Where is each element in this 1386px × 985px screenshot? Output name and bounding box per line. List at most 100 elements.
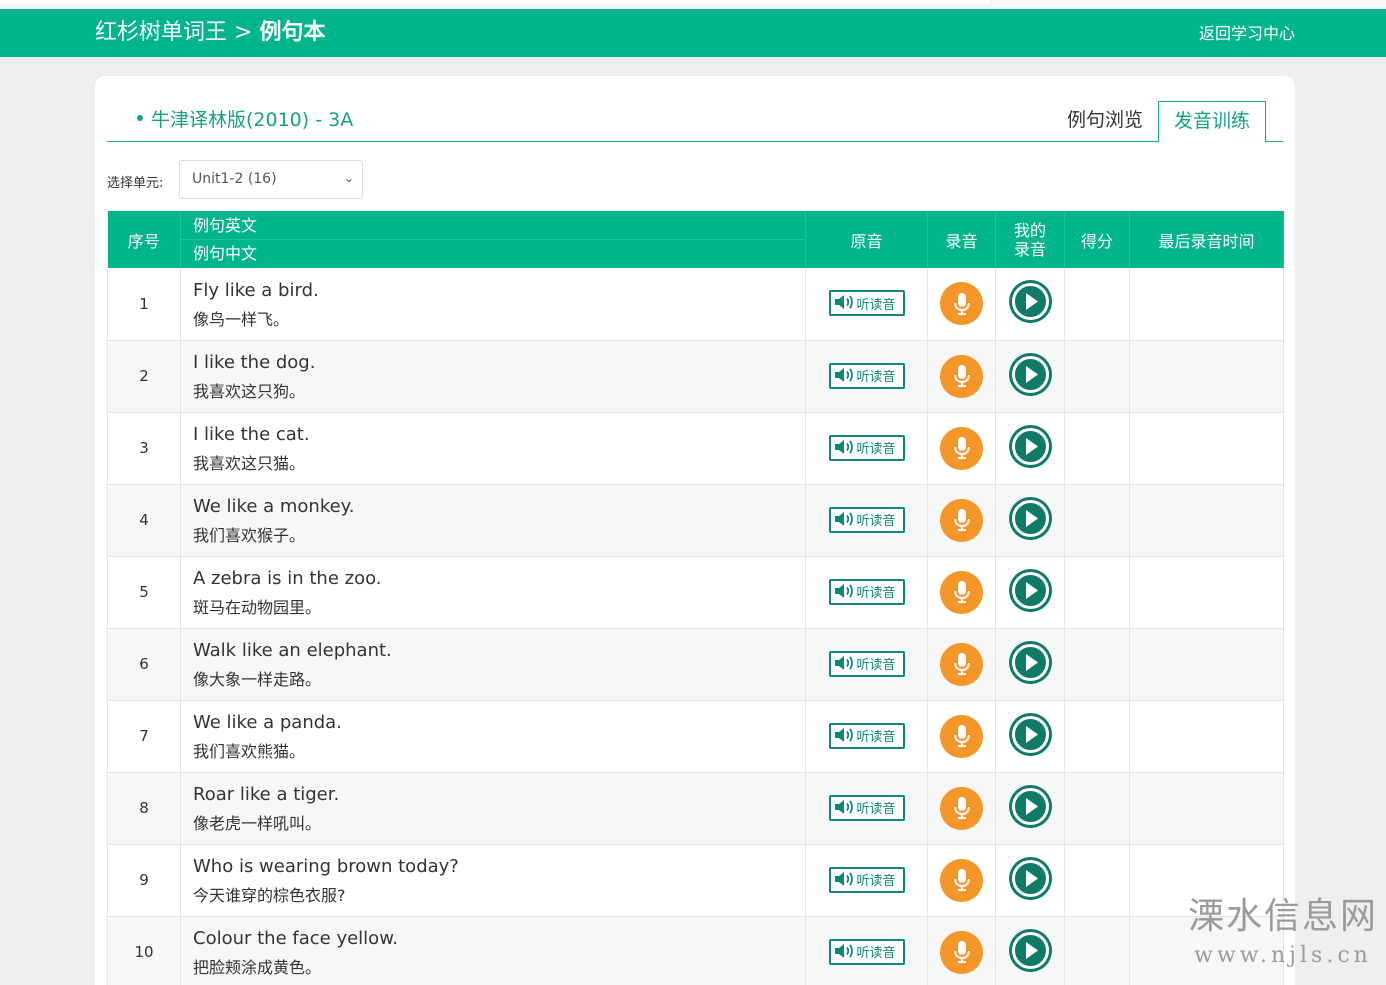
play-icon[interactable] (1008, 856, 1052, 900)
row-score (1064, 700, 1130, 773)
listen-label: 听读音 (856, 730, 896, 745)
listen-label: 听读音 (856, 370, 896, 385)
sentence-table: 序号 例句英文 例句中文 原音 录音 我的 录音 得分 最后录音时间 1 Fly … (107, 211, 1284, 985)
listen-button[interactable]: 听读音 (828, 650, 905, 677)
row-my-record-cell (995, 556, 1065, 629)
table-row: 4 We like a monkey. 我们喜欢猴子。 听读音 (107, 484, 1284, 557)
play-icon[interactable] (1008, 784, 1052, 828)
row-chinese: 像鸟一样飞。 (193, 309, 290, 329)
row-score (1064, 844, 1130, 917)
listen-button[interactable]: 听读音 (828, 722, 905, 749)
row-english: I like the dog. (193, 352, 316, 373)
microphone-icon[interactable] (940, 570, 983, 614)
play-icon[interactable] (1008, 712, 1052, 756)
play-icon[interactable] (1008, 280, 1052, 324)
listen-label: 听读音 (856, 658, 896, 673)
microphone-icon[interactable] (940, 714, 983, 758)
row-sentence: Colour the face yellow. 把脸颊涂成黄色。 (180, 916, 806, 985)
row-chinese: 今天谁穿的棕色衣服? (193, 886, 346, 905)
col-header-original: 原音 (805, 211, 928, 268)
tab-pronunciation-practice[interactable]: 发音训练 (1158, 101, 1266, 143)
listen-button[interactable]: 听读音 (828, 434, 905, 461)
listen-button[interactable]: 听读音 (828, 506, 905, 533)
row-sentence: I like the dog. 我喜欢这只狗。 (180, 340, 806, 413)
listen-button[interactable]: 听读音 (828, 938, 905, 965)
row-my-record-cell (995, 412, 1065, 485)
row-score (1064, 484, 1130, 557)
col-header-my-record-line2: 录音 (1013, 239, 1046, 259)
row-english: Colour the face yellow. (193, 928, 398, 949)
row-index: 6 (107, 628, 181, 701)
listen-button[interactable]: 听读音 (828, 794, 905, 821)
row-score (1064, 340, 1130, 413)
microphone-icon[interactable] (940, 858, 983, 902)
row-index: 2 (107, 340, 181, 413)
col-header-sentence: 例句英文 例句中文 (180, 211, 806, 268)
microphone-icon[interactable] (940, 426, 983, 470)
row-record-cell (927, 556, 996, 629)
row-english: Walk like an elephant. (193, 640, 392, 661)
row-chinese: 斑马在动物园里。 (193, 598, 322, 617)
row-chinese: 我喜欢这只狗。 (193, 382, 306, 401)
row-sentence: Fly like a bird. 像鸟一样飞。 (180, 268, 806, 341)
row-english: A zebra is in the zoo. (193, 568, 382, 589)
row-record-cell (927, 700, 996, 773)
speaker-icon (833, 870, 857, 890)
row-last-time (1129, 268, 1284, 341)
row-last-time (1129, 340, 1284, 413)
row-score (1064, 916, 1130, 985)
col-header-english: 例句英文 (181, 212, 805, 240)
row-original-cell: 听读音 (805, 268, 928, 341)
row-my-record-cell (995, 340, 1065, 413)
row-my-record-cell (995, 268, 1065, 341)
microphone-icon[interactable] (940, 642, 983, 686)
breadcrumb: 红杉树单词王 > 例句本 (95, 19, 325, 47)
table-row: 2 I like the dog. 我喜欢这只狗。 听读音 (107, 340, 1284, 413)
main-card: 牛津译林版(2010) - 3A 例句浏览 发音训练 选择单元: Unit1-2… (95, 76, 1295, 985)
row-score (1064, 628, 1130, 701)
book-title: 牛津译林版(2010) - 3A (137, 108, 353, 132)
row-last-time (1129, 772, 1284, 845)
table-row: 10 Colour the face yellow. 把脸颊涂成黄色。 听读音 (107, 916, 1284, 985)
listen-button[interactable]: 听读音 (828, 362, 905, 389)
brand-name[interactable]: 红杉树单词王 (95, 20, 227, 45)
microphone-icon[interactable] (940, 354, 983, 398)
row-record-cell (927, 916, 996, 985)
play-icon[interactable] (1008, 352, 1052, 396)
book-title-text: 牛津译林版(2010) - 3A (151, 109, 354, 131)
app-header: 红杉树单词王 > 例句本 返回学习中心 (0, 9, 1386, 57)
microphone-icon[interactable] (940, 930, 983, 974)
row-english: Roar like a tiger. (193, 784, 340, 805)
row-original-cell: 听读音 (805, 772, 928, 845)
microphone-icon[interactable] (940, 498, 983, 542)
listen-button[interactable]: 听读音 (828, 290, 905, 317)
play-icon[interactable] (1008, 928, 1052, 972)
table-row: 9 Who is wearing brown today? 今天谁穿的棕色衣服? 听读… (107, 844, 1284, 917)
row-english: We like a monkey. (193, 496, 355, 517)
row-last-time (1129, 556, 1284, 629)
unit-select[interactable]: Unit1-2 (16) ⌄ (179, 160, 363, 199)
row-index: 9 (107, 844, 181, 917)
microphone-icon[interactable] (940, 786, 983, 830)
row-my-record-cell (995, 628, 1065, 701)
play-icon[interactable] (1008, 640, 1052, 684)
back-to-learning-center-link[interactable]: 返回学习中心 (1199, 23, 1295, 45)
row-original-cell: 听读音 (805, 484, 928, 557)
listen-button[interactable]: 听读音 (828, 866, 905, 893)
watermark-url: www.njls.cn (1194, 943, 1372, 968)
listen-label: 听读音 (856, 514, 896, 529)
row-english: Who is wearing brown today? (193, 856, 459, 877)
tab-sentence-browse[interactable]: 例句浏览 (1055, 101, 1155, 143)
row-index: 8 (107, 772, 181, 845)
row-last-time (1129, 412, 1284, 485)
row-chinese: 像老虎一样吼叫。 (193, 814, 322, 833)
listen-button[interactable]: 听读音 (828, 578, 905, 605)
row-my-record-cell (995, 844, 1065, 917)
bullet-icon (137, 114, 143, 121)
play-icon[interactable] (1008, 568, 1052, 612)
microphone-icon[interactable] (940, 282, 983, 326)
listen-label: 听读音 (856, 586, 896, 601)
play-icon[interactable] (1008, 496, 1052, 540)
play-icon[interactable] (1008, 424, 1052, 468)
table-row: 7 We like a panda. 我们喜欢熊猫。 听读音 (107, 700, 1284, 773)
